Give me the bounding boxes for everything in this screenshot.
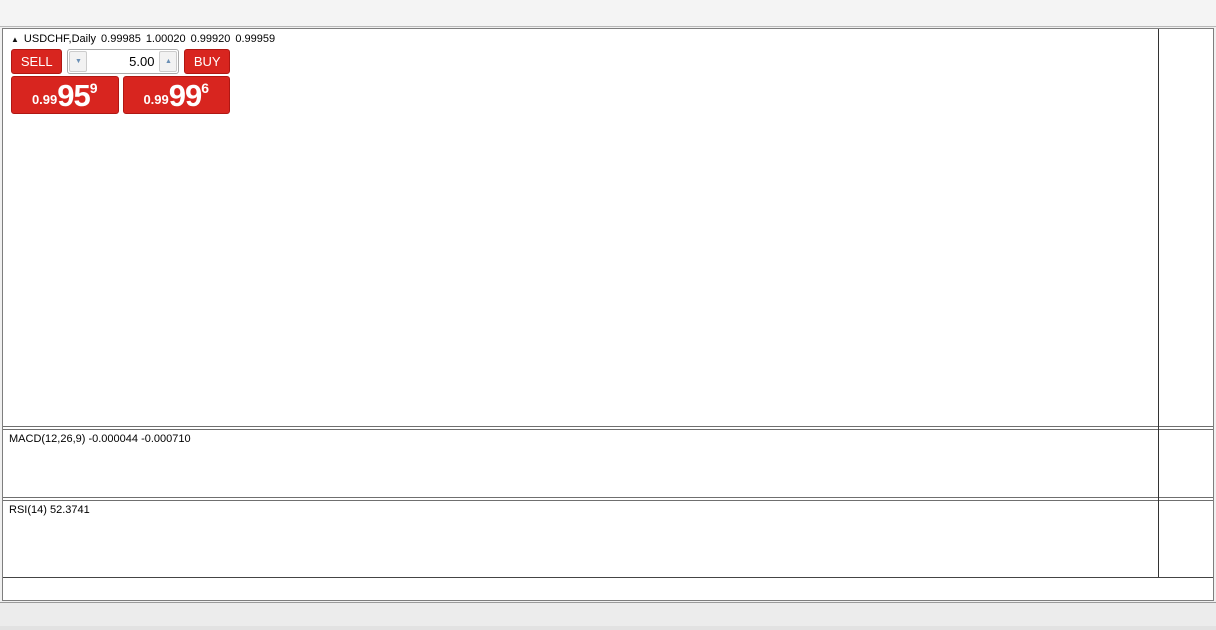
sell-button[interactable]: SELL [11, 49, 62, 74]
chart-header: ▲ USDCHF,Daily 0.99985 1.00020 0.99920 0… [11, 33, 275, 45]
buy-button[interactable]: BUY [184, 49, 230, 74]
chart-plot-stack: MACD(12,26,9) -0.000044 -0.000710 RSI(14… [3, 29, 1213, 600]
ohlc-low: 0.99920 [191, 33, 231, 45]
mt4-workspace: MACD(12,26,9) -0.000044 -0.000710 RSI(14… [0, 0, 1216, 630]
chart-window-usdchf[interactable]: MACD(12,26,9) -0.000044 -0.000710 RSI(14… [2, 28, 1214, 601]
rsi-label: RSI(14) 52.3741 [9, 504, 90, 516]
ask-prefix: 0.99 [143, 92, 168, 107]
timeframe-toolbar [0, 0, 1216, 27]
ohlc-open: 0.99985 [101, 33, 141, 45]
bid-big-digits: 95 [57, 80, 89, 111]
bid-quote[interactable]: 0.99959 [11, 76, 119, 114]
volume-decrease-icon[interactable]: ▼ [69, 51, 87, 72]
ask-pip-digit: 6 [201, 80, 209, 96]
volume-input[interactable] [88, 50, 158, 73]
macd-label: MACD(12,26,9) -0.000044 -0.000710 [9, 433, 191, 445]
bid-prefix: 0.99 [32, 92, 57, 107]
date-axis[interactable] [3, 578, 1213, 600]
chart-title: USDCHF,Daily [24, 33, 96, 45]
chart-tab-bar [0, 602, 1216, 626]
one-click-trade-panel: SELL ▼ ▲ BUY 0.99959 0.99996 [11, 49, 230, 114]
bid-pip-digit: 9 [90, 80, 98, 96]
ask-big-digits: 99 [169, 80, 201, 111]
collapse-panel-icon[interactable]: ▲ [11, 35, 19, 44]
price-axis-separator [1158, 29, 1159, 577]
ohlc-close: 0.99959 [235, 33, 275, 45]
ohlc-high: 1.00020 [146, 33, 186, 45]
macd-pane[interactable]: MACD(12,26,9) -0.000044 -0.000710 [3, 430, 1213, 497]
rsi-pane[interactable]: RSI(14) 52.3741 [3, 501, 1213, 577]
volume-increase-icon[interactable]: ▲ [159, 51, 177, 72]
status-strip [0, 626, 1216, 630]
volume-box: ▼ ▲ [67, 49, 179, 74]
ask-quote[interactable]: 0.99996 [123, 76, 231, 114]
